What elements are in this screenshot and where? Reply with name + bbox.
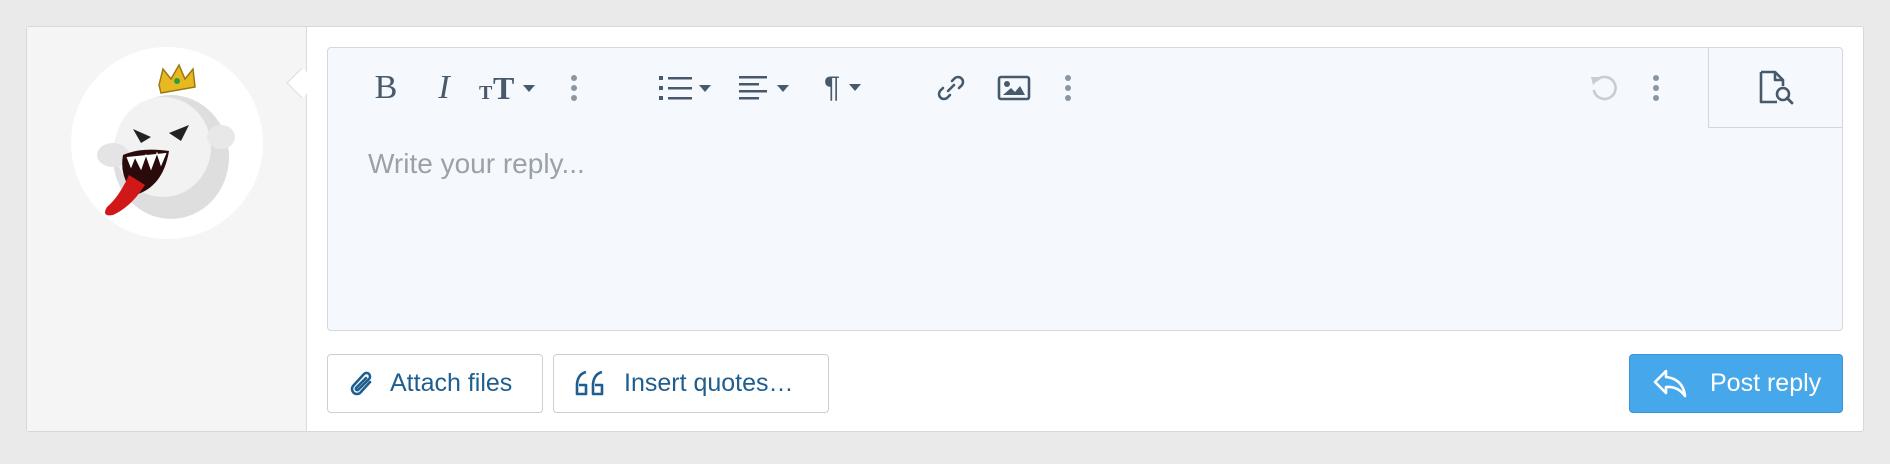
paperclip-icon [348, 368, 376, 400]
reply-icon [1652, 368, 1688, 400]
more-icon [1653, 75, 1659, 101]
reply-block: B I T T ¶ Write your reply... Attach fil… [26, 26, 1864, 432]
svg-text:T: T [479, 82, 493, 103]
more-button[interactable] [1058, 66, 1078, 110]
text-size-icon: T T [479, 73, 535, 103]
editor: B I T T ¶ Write your reply... [327, 47, 1843, 331]
insert-quotes-button[interactable]: Insert quotes… [553, 354, 829, 413]
user-column [27, 27, 307, 431]
ghost-avatar-image [97, 63, 235, 219]
more-icon [571, 75, 577, 101]
post-reply-label: Post reply [1710, 369, 1822, 397]
attach-files-button[interactable]: Attach files [327, 354, 543, 413]
bold-button[interactable]: B [366, 66, 406, 110]
paragraph-button[interactable]: ¶ [816, 66, 872, 110]
list-button[interactable] [658, 66, 716, 110]
undo-button[interactable] [1584, 66, 1624, 110]
insert-quotes-label: Insert quotes… [624, 369, 794, 397]
align-button[interactable] [738, 66, 794, 110]
chevron-down-icon [849, 84, 862, 91]
image-icon [997, 75, 1031, 101]
reply-main: B I T T ¶ Write your reply... Attach fil… [307, 27, 1863, 431]
post-reply-button[interactable]: Post reply [1629, 354, 1843, 413]
paragraph-icon: ¶ [823, 71, 841, 104]
image-button[interactable] [994, 66, 1034, 110]
more-button[interactable] [564, 66, 584, 110]
undo-icon [1591, 75, 1617, 101]
italic-icon: I [438, 69, 450, 106]
italic-button[interactable]: I [426, 66, 462, 110]
quote-icon [574, 370, 606, 398]
link-icon [937, 75, 965, 101]
more-button[interactable] [1646, 66, 1666, 110]
preview-icon [1759, 70, 1793, 104]
reply-editor-input[interactable] [328, 128, 1842, 330]
svg-text:T: T [493, 73, 514, 103]
link-button[interactable] [932, 66, 970, 110]
list-icon [659, 76, 711, 100]
align-icon [739, 76, 789, 100]
more-icon [1065, 75, 1071, 101]
avatar[interactable] [71, 47, 263, 239]
text-size-button[interactable]: T T [478, 66, 540, 110]
preview-button[interactable] [1708, 48, 1842, 128]
attach-files-label: Attach files [390, 369, 513, 397]
editor-toolbar: B I T T ¶ [328, 48, 1842, 128]
bold-icon: B [374, 69, 398, 106]
